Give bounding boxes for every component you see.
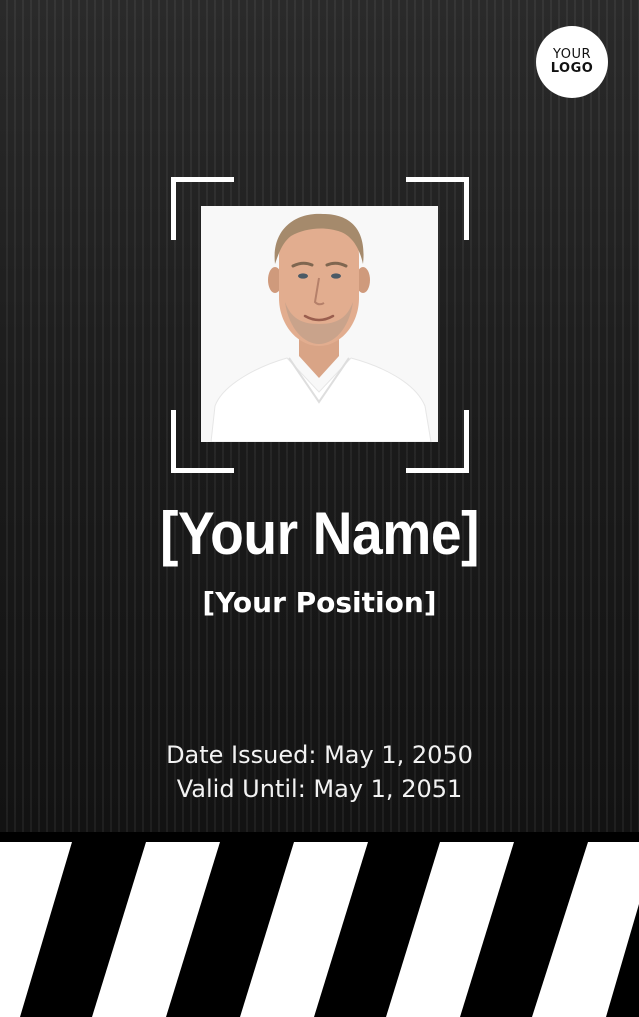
logo-line-2: LOGO (550, 61, 594, 76)
profile-photo (201, 206, 438, 442)
portrait-illustration (201, 206, 438, 442)
photo-frame (171, 177, 469, 473)
company-logo: YOUR LOGO (536, 26, 608, 98)
logo-line-1: YOUR (552, 47, 591, 63)
striped-footer (0, 832, 639, 1017)
validity-dates: Date Issued: May 1, 2050 Valid Until: Ma… (0, 738, 639, 806)
id-card: YOUR LOGO [Your Name] [Your Position] Da… (0, 0, 639, 1017)
holder-name: [Your Name] (159, 500, 480, 567)
valid-until: Valid Until: May 1, 2051 (176, 775, 463, 803)
date-issued: Date Issued: May 1, 2050 (166, 741, 473, 769)
diagonal-stripes (0, 832, 639, 1017)
holder-position: [Your Position] (202, 586, 437, 619)
